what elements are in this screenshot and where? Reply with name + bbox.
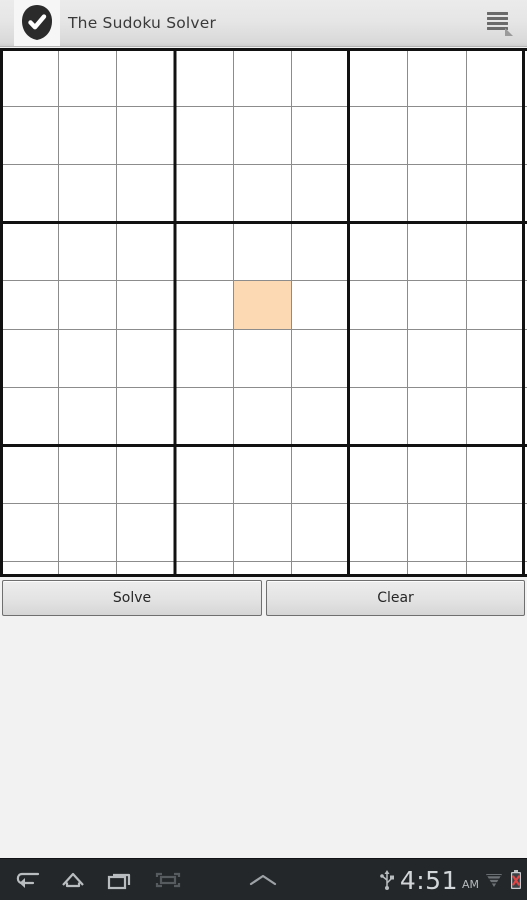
app-screen: The Sudoku Solver Solve Clear 4:51 AM (0, 0, 527, 900)
usb-icon (380, 870, 394, 890)
home-icon (62, 872, 84, 888)
status-area[interactable]: 4:51 AM (379, 859, 523, 900)
screenshot-button[interactable] (144, 859, 192, 900)
clock-ampm: AM (461, 878, 479, 891)
expand-status-button[interactable] (238, 859, 288, 900)
empty-content-area (0, 620, 527, 858)
clear-button[interactable]: Clear (266, 580, 525, 616)
sudoku-grid-svg (0, 48, 527, 577)
action-buttons-row: Solve Clear (0, 580, 527, 618)
back-arrow-icon (16, 872, 40, 888)
title-bar: The Sudoku Solver (0, 0, 527, 47)
solve-button[interactable]: Solve (2, 580, 262, 616)
battery-icon-wrapper (509, 868, 523, 892)
recent-apps-icon (107, 873, 131, 890)
back-button[interactable] (4, 859, 50, 900)
clear-button-label: Clear (377, 590, 414, 606)
overflow-menu-button[interactable] (473, 0, 525, 46)
chevron-up-icon (249, 874, 277, 886)
hamburger-menu-icon (487, 12, 513, 36)
wifi-signal-icon (486, 874, 502, 887)
solve-button-label: Solve (112, 590, 152, 606)
wifi-icon-wrapper (484, 870, 504, 890)
clock-time: 4:51 (399, 865, 458, 895)
usb-icon-wrapper (379, 868, 395, 892)
home-button[interactable] (50, 859, 96, 900)
page-title: The Sudoku Solver (68, 14, 217, 32)
selected-cell[interactable] (233, 280, 292, 330)
app-icon[interactable] (14, 0, 60, 46)
recent-apps-button[interactable] (96, 859, 144, 900)
sudoku-grid[interactable] (0, 48, 527, 577)
screenshot-icon (155, 872, 181, 888)
android-navigation-bar: 4:51 AM (0, 858, 527, 900)
check-badge-icon (22, 5, 52, 40)
battery-error-icon (511, 870, 521, 889)
